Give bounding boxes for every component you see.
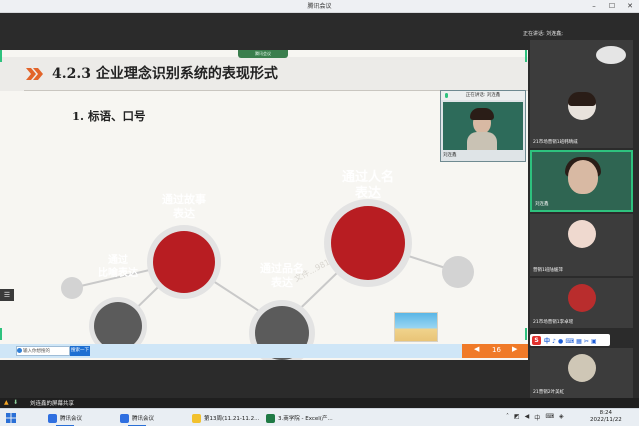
node-product-label: 通过品名 表达 bbox=[260, 262, 304, 289]
excel-icon bbox=[266, 413, 275, 423]
side-menu-icon[interactable]: ☰ bbox=[0, 289, 14, 301]
system-clock[interactable]: 8:24 2022/11/22 bbox=[590, 410, 622, 424]
share-border-indicator bbox=[0, 328, 2, 340]
warning-icon: ▲ bbox=[4, 399, 9, 406]
ime-icon[interactable]: 中 bbox=[534, 413, 540, 422]
participant-tile[interactable]: 21市场营销1李卓瑶 bbox=[530, 278, 633, 328]
tencent-meeting-icon bbox=[48, 413, 57, 423]
clock-time: 8:24 bbox=[599, 410, 613, 416]
taskbar-item-label: 腾讯会议 bbox=[60, 416, 83, 422]
node-story-label: 通过故事 表达 bbox=[162, 193, 206, 220]
share-status-text: 刘连鑫的屏幕共享 bbox=[30, 401, 75, 407]
window-titlebar: 腾讯会议 – ☐ ✕ bbox=[0, 0, 639, 13]
speaking-indicator: 正在讲话: 刘连鑫; bbox=[523, 31, 563, 37]
ime-tools[interactable]: 中 ♪ ● ⌨ ▦ ✂ ▣ bbox=[544, 336, 597, 345]
taskbar-item-excel[interactable]: 3.商学院 - Excel(产... bbox=[266, 411, 333, 425]
browser-icon bbox=[17, 348, 22, 353]
node-person bbox=[331, 206, 405, 280]
maximize-icon[interactable]: ☐ bbox=[607, 2, 617, 11]
node-story bbox=[153, 231, 215, 293]
window-controls: – ☐ ✕ bbox=[589, 2, 635, 11]
close-icon[interactable]: ✕ bbox=[625, 2, 635, 11]
floating-video-caption: 正在讲话: 刘连鑫 bbox=[441, 91, 525, 100]
search-input[interactable]: 输入你想搜的 bbox=[16, 346, 70, 356]
participant-name: 21营销2叶美虹 bbox=[533, 390, 565, 395]
slide-pager: ◀ 16 ▶ bbox=[462, 344, 528, 358]
decorative-dot bbox=[61, 277, 83, 299]
node-metaphor bbox=[94, 302, 142, 350]
hair-image bbox=[470, 108, 494, 120]
floating-video-name: 刘连鑫 bbox=[443, 153, 457, 158]
chevron-up-icon[interactable]: ˄ bbox=[506, 413, 509, 422]
volume-icon[interactable]: ◀ bbox=[525, 413, 530, 422]
avatar-hair bbox=[568, 92, 596, 106]
taskbar-item-label: 腾讯会议 bbox=[132, 416, 155, 422]
participant-tile[interactable]: 营销1班陆媛萍 bbox=[530, 214, 633, 276]
decorative-dot bbox=[442, 256, 474, 288]
mic-icon[interactable]: ⬇ bbox=[13, 399, 18, 406]
avatar bbox=[568, 220, 596, 248]
network-icon[interactable]: ◩ bbox=[514, 413, 520, 422]
next-slide-button[interactable]: ▶ bbox=[512, 345, 517, 353]
avatar bbox=[568, 354, 596, 382]
search-button[interactable]: 搜索一下 bbox=[70, 346, 90, 356]
participant-tile-active[interactable]: 刘连鑫 bbox=[530, 150, 633, 212]
participant-name: 21市场营销1班韩晴威 bbox=[533, 140, 578, 145]
node-metaphor-label: 通过 比喻表达 bbox=[98, 255, 138, 279]
avatar bbox=[568, 284, 596, 312]
avatar bbox=[596, 46, 626, 64]
node-person-label: 通过人名 表达 bbox=[341, 170, 394, 201]
slide-title: 4.2.3 企业理念识别系统的表现形式 bbox=[52, 66, 278, 82]
ime-logo-icon: S bbox=[532, 335, 541, 345]
tencent-meeting-icon bbox=[120, 413, 129, 423]
chevron-right-icon bbox=[26, 68, 43, 80]
share-border-indicator bbox=[0, 50, 2, 62]
participant-tile[interactable]: 21营销2叶美虹 bbox=[530, 348, 633, 398]
participant-name: 营销1班陆媛萍 bbox=[533, 268, 563, 273]
avatar bbox=[568, 160, 598, 194]
taskbar-item-label: 第13周(11.21-11.2... bbox=[204, 416, 260, 422]
taskbar-item-label: 3.商学院 - Excel(产... bbox=[278, 416, 333, 422]
shield-icon[interactable]: ◈ bbox=[559, 413, 564, 422]
video-feed bbox=[443, 102, 523, 150]
share-border-indicator bbox=[525, 328, 527, 340]
taskbar-item-folder[interactable]: 第13周(11.21-11.2... bbox=[192, 411, 259, 425]
ime-toolbar[interactable]: S 中 ♪ ● ⌨ ▦ ✂ ▣ bbox=[530, 334, 610, 346]
windows-start-icon[interactable] bbox=[6, 413, 16, 423]
clock-date: 2022/11/22 bbox=[590, 417, 622, 423]
window-title: 腾讯会议 bbox=[307, 3, 332, 10]
system-tray: ˄ ◩ ◀ 中 ⌨ ◈ bbox=[506, 413, 564, 422]
participant-tile[interactable]: 21市场营销1班韩晴威 bbox=[530, 86, 633, 148]
share-toolbar-tab[interactable]: 腾讯会议 bbox=[238, 50, 288, 58]
prev-slide-button[interactable]: ◀ bbox=[474, 345, 479, 353]
participant-name: 21市场营销1李卓瑶 bbox=[533, 320, 574, 325]
shoulders-image bbox=[467, 132, 497, 150]
folder-icon bbox=[192, 413, 201, 423]
mic-icon bbox=[445, 93, 448, 98]
beach-thumbnail bbox=[394, 312, 438, 342]
floating-video[interactable]: 正在讲话: 刘连鑫 刘连鑫 bbox=[440, 90, 526, 162]
minimize-icon[interactable]: – bbox=[589, 2, 599, 11]
page-number: 16 bbox=[492, 346, 501, 354]
taskbar-item-meeting[interactable]: 腾讯会议 bbox=[48, 411, 83, 426]
participant-name: 刘连鑫 bbox=[535, 202, 549, 207]
input-icon[interactable]: ⌨ bbox=[545, 413, 554, 422]
taskbar-item-meeting-2[interactable]: 腾讯会议 bbox=[120, 411, 155, 426]
share-border-indicator bbox=[525, 50, 527, 62]
taskbar: 腾讯会议 腾讯会议 第13周(11.21-11.2... 3.商学院 - Exc… bbox=[0, 408, 639, 426]
share-status-bar: ▲ ⬇ 刘连鑫的屏幕共享 bbox=[0, 398, 639, 408]
